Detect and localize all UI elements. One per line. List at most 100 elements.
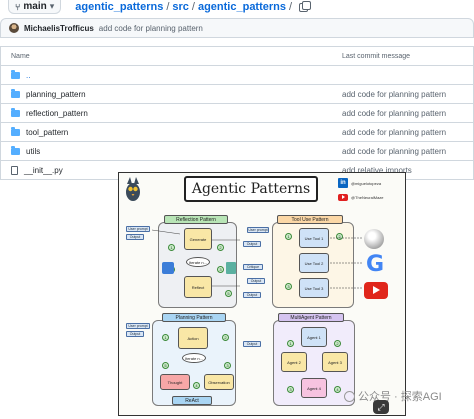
tool-use-pattern-title: Tool Use Pattern [277,215,343,224]
step-badge: 2 [334,340,341,347]
file-name-link[interactable]: tool_pattern [26,128,68,137]
planning-iterate-node: Iterate n... [182,353,206,363]
table-row[interactable]: utils add code for planning pattern [0,142,474,161]
youtube-handle: @TheNeuralMaze [351,194,384,200]
step-badge: 3 [224,362,231,369]
planning-output-chip: Output [126,331,144,337]
file-icon [11,165,18,175]
table-row[interactable]: reflection_pattern add code for planning… [0,104,474,123]
table-row[interactable]: tool_pattern add code for planning patte… [0,123,474,142]
tool-3-label: Use Tool 3 [304,285,324,291]
commit-message-link[interactable]: add code for planning pattern [99,24,203,33]
copy-path-icon[interactable] [299,0,312,12]
youtube-play-icon [364,282,388,299]
tool-1-label: Use Tool 1 [304,235,324,241]
reflection-output-chip: Output [126,234,144,240]
action-label: Action [187,335,199,341]
step-badge: 4 [193,382,200,389]
row-commit-message[interactable]: add code for planning pattern [342,128,446,137]
latest-commit-bar: MichaelisTrofficus add code for planning… [0,18,474,38]
step-badge: 3 [285,283,292,290]
step-badge: 1 [162,334,169,341]
linkedin-link: in @miguelotopeza [338,176,398,190]
react-label: ReAct [172,396,212,405]
chevron-down-icon: ▾ [49,1,55,11]
reflection-arrows [151,229,240,287]
folder-icon [11,69,20,79]
table-row[interactable]: planning_pattern add code for planning p… [0,85,474,104]
thought-node: Thought [160,374,190,390]
expand-icon: ⤢ [377,401,385,412]
wikipedia-icon [364,229,384,249]
row-commit-message[interactable]: add code for planning pattern [342,90,446,99]
tool-3-node: Use Tool 3 [299,278,329,298]
step-badge: 2 [222,334,229,341]
diagram-title: Agentic Patterns [184,176,318,202]
branch-label: main [23,1,47,12]
step-badge: 3 [287,386,294,393]
breadcrumb-repo-link[interactable]: agentic_patterns [75,1,163,13]
social-links: in @miguelotopeza @TheNeuralMaze [338,176,398,204]
tool-output: Output [247,278,265,284]
expand-image-button[interactable]: ⤢ [373,400,389,414]
youtube-link: @TheNeuralMaze [338,190,398,204]
parent-directory-link[interactable]: .. [26,71,30,80]
watermark-text: 公众号 · 探索AGI [358,391,442,403]
file-name-link[interactable]: reflection_pattern [26,109,88,118]
row-commit-message[interactable]: add code for planning pattern [342,147,446,156]
step-badge: 1 [287,340,294,347]
action-node: Action [178,327,208,349]
observation-label: Observation [208,379,230,385]
file-name-link[interactable]: planning_pattern [26,90,86,99]
step-badge: 4 [334,386,341,393]
linkedin-icon: in [338,178,348,188]
agent-1-node: Agent 1 [301,327,327,347]
tool-user-prompt: User prompt [247,227,269,233]
agent-3-label: Agent 3 [328,359,342,365]
agent-1-label: Agent 1 [307,334,321,340]
tool-arrows [330,237,362,289]
planning-pattern-title: Planning Pattern [162,313,226,322]
mascot-logo [126,177,140,201]
avatar[interactable] [9,23,19,33]
agent-2-label: Agent 2 [287,359,301,365]
breadcrumb: agentic_patterns / src / agentic_pattern… [75,0,312,13]
google-icon: G [365,252,385,277]
file-name-link[interactable]: utils [26,147,40,156]
watermark: 公众号 · 探索AGI [344,388,442,404]
agent-2-node: Agent 2 [281,352,307,372]
folder-icon [11,126,20,136]
file-table-header: Name Last commit message [0,46,474,66]
folder-icon [11,107,20,117]
column-header-name: Name [11,52,30,60]
agent-3-node: Agent 3 [322,352,348,372]
planning-output: Output [243,341,261,347]
reflection-user-prompt: User prompt [126,226,150,232]
youtube-icon [338,193,348,201]
table-row[interactable]: .. [0,66,474,85]
row-commit-message[interactable]: add code for planning pattern [342,109,446,118]
planning-user-prompt: User prompt [126,323,150,329]
tool-1-node: Use Tool 1 [299,228,329,248]
agent-4-node: Agent 4 [301,378,327,398]
column-header-last-commit: Last commit message [342,52,411,60]
breadcrumb-src-link[interactable]: src [172,1,189,13]
multiagent-pattern-title: MultiAgent Pattern [278,313,344,322]
thought-label: Thought [167,379,183,385]
branch-selector-button[interactable]: ⑂ main ▾ [8,0,62,14]
commit-author-link[interactable]: MichaelisTrofficus [24,24,94,33]
wechat-icon [344,390,355,402]
repo-navigation-bar: ⑂ main ▾ agentic_patterns / src / agenti… [0,0,474,14]
folder-icon [11,145,20,155]
git-branch-icon: ⑂ [15,1,21,12]
linkedin-handle: @miguelotopeza [351,180,382,186]
agent-4-label: Agent 4 [307,385,321,391]
tool-2-node: Use Tool 2 [299,253,329,273]
step-badge: 5 [162,362,169,369]
breadcrumb-separator: / [289,1,293,13]
breadcrumb-separator: / [166,1,170,13]
step-badge: 1 [285,233,292,240]
tool-2-label: Use Tool 2 [304,260,324,266]
breadcrumb-current-folder[interactable]: agentic_patterns [198,1,286,13]
file-name-link[interactable]: __init__.py [24,166,63,175]
